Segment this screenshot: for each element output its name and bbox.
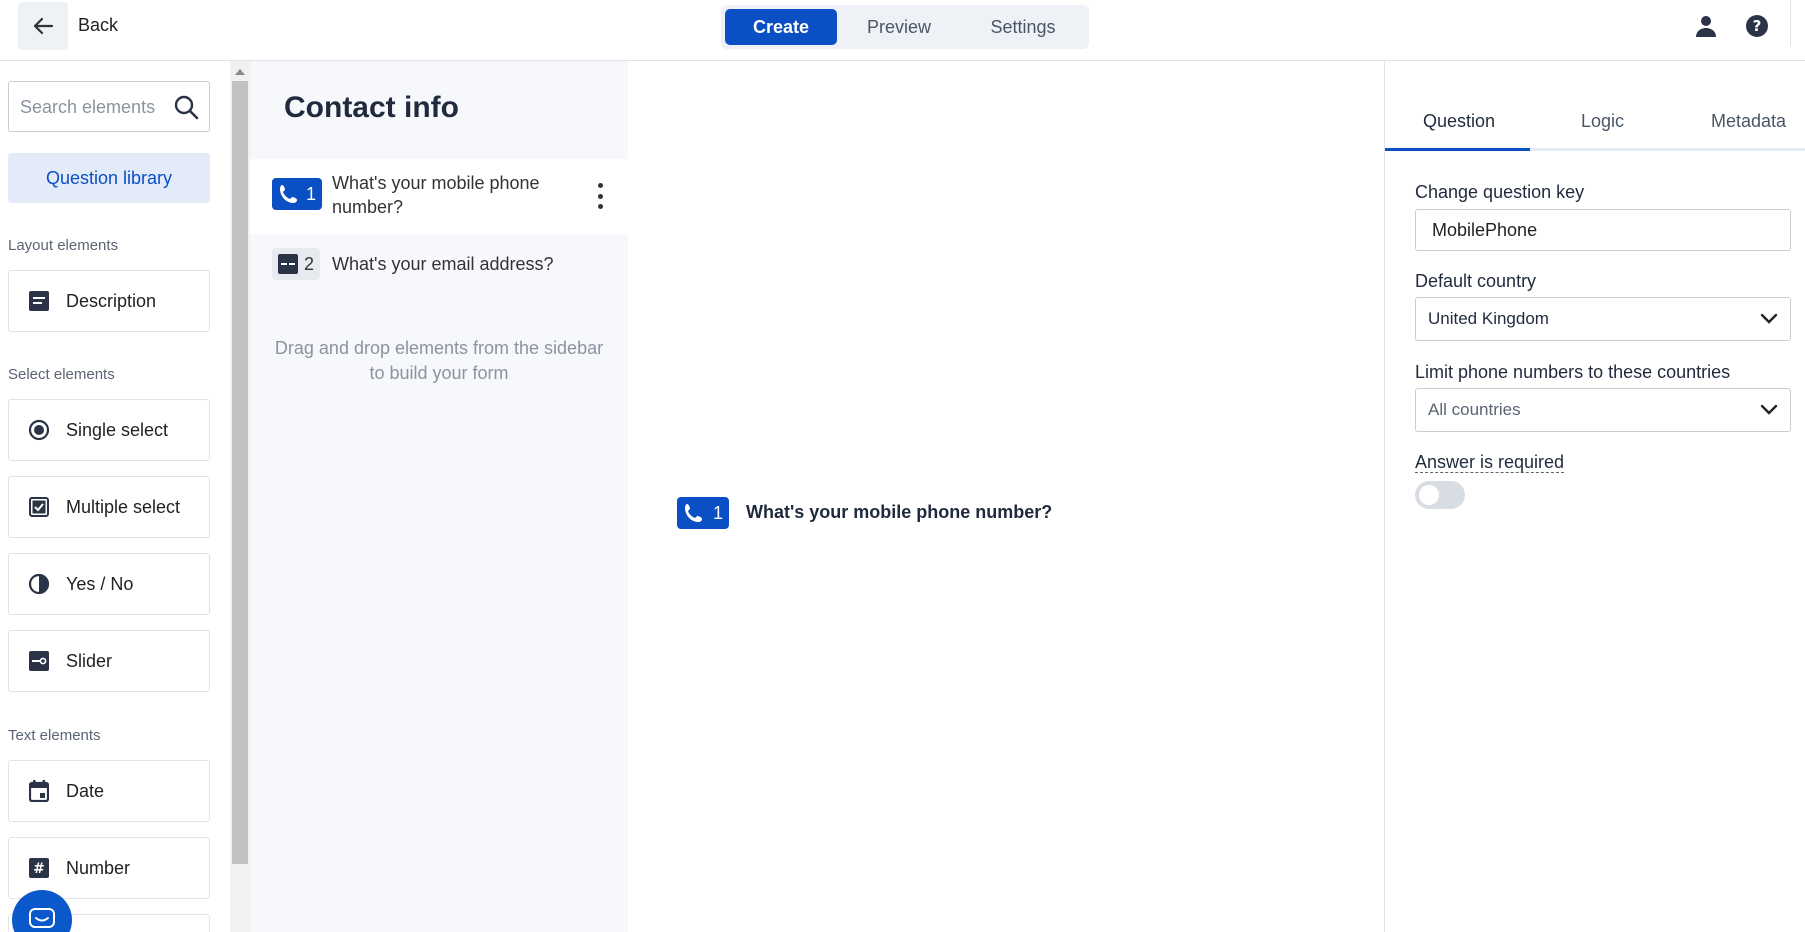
phone-icon	[280, 185, 297, 203]
drag-drop-hint: Drag and drop elements from the sidebar …	[274, 338, 604, 383]
question-badge: 1	[272, 178, 323, 210]
section-label-layout: Layout elements	[8, 237, 119, 254]
question-badge: 2	[272, 248, 321, 280]
answer-required-label: Answer is required	[1415, 452, 1565, 473]
slider-icon	[28, 650, 50, 672]
element-label: Slider	[66, 650, 113, 671]
tab-preview[interactable]: Preview	[837, 9, 961, 45]
limit-countries-select[interactable]: All countries	[1415, 388, 1791, 432]
tab-create[interactable]: Create	[725, 9, 837, 45]
properties-tabs: Question Logic Metadata	[1385, 61, 1805, 151]
chevron-down-icon	[1760, 313, 1778, 324]
top-bar: Back Create Preview Settings ?	[0, 0, 1805, 61]
help-icon[interactable]: ?	[1744, 13, 1770, 39]
element-description[interactable]: Description	[8, 270, 210, 332]
preview-canvas: 1 What's your mobile phone number?	[628, 61, 1384, 932]
calendar-icon	[28, 780, 50, 802]
element-label: Yes / No	[66, 573, 134, 594]
section-label-text: Text elements	[8, 727, 101, 744]
question-list-panel: Contact info 1 What's your mobile phone …	[250, 61, 628, 932]
search-icon[interactable]	[173, 94, 199, 125]
question-text: What's your mobile phone number?	[332, 173, 540, 217]
element-label: Multiple select	[66, 496, 181, 517]
active-tab-indicator	[1385, 148, 1530, 151]
question-key-label: Change question key	[1415, 182, 1585, 202]
back-arrow-icon	[33, 17, 54, 35]
element-label: Date	[66, 780, 105, 801]
short-text-icon	[278, 254, 298, 274]
sidebar-scrollbar[interactable]	[230, 61, 250, 932]
checkbox-icon	[28, 496, 50, 518]
limit-countries-label: Limit phone numbers to these countries	[1415, 362, 1731, 382]
element-yes-no[interactable]: Yes / No	[8, 553, 210, 615]
question-library-button[interactable]: Question library	[8, 153, 210, 203]
phone-icon	[685, 504, 702, 522]
element-label: Description	[66, 290, 157, 311]
element-label: Number	[66, 857, 131, 878]
question-key-input[interactable]	[1415, 209, 1791, 251]
more-options-icon[interactable]	[594, 183, 606, 209]
chat-icon	[29, 908, 55, 928]
preview-question-text[interactable]: What's your mobile phone number?	[746, 502, 1052, 523]
preview-question-badge: 1	[677, 497, 730, 529]
question-number: 2	[304, 253, 315, 274]
tab-settings[interactable]: Settings	[961, 9, 1085, 45]
element-slider[interactable]: Slider	[8, 630, 210, 692]
answer-required-toggle[interactable]	[1415, 481, 1465, 509]
back-button[interactable]	[18, 2, 68, 50]
elements-sidebar: Question library Layout elements Descrip…	[0, 61, 230, 932]
question-item-2[interactable]: 2 What's your email address?	[250, 234, 628, 294]
element-date[interactable]: Date	[8, 760, 210, 822]
tab-logic[interactable]: Logic	[1581, 111, 1624, 132]
svg-text:#: #	[33, 861, 45, 877]
element-multiple-select[interactable]: Multiple select	[8, 476, 210, 538]
header-divider	[1790, 0, 1791, 46]
properties-panel: Question Logic Metadata Change question …	[1384, 61, 1805, 932]
toggle-knob	[1419, 485, 1439, 505]
default-country-label: Default country	[1415, 271, 1537, 291]
element-label: Single select	[66, 419, 169, 440]
default-country-value: United Kingdom	[1428, 309, 1549, 328]
back-label[interactable]: Back	[78, 15, 118, 36]
preview-question-number: 1	[713, 502, 724, 523]
question-number: 1	[306, 183, 317, 204]
question-item-1[interactable]: 1 What's your mobile phone number?	[250, 159, 628, 234]
default-country-select[interactable]: United Kingdom	[1415, 297, 1791, 341]
chevron-down-icon	[1760, 404, 1778, 415]
radio-icon	[28, 419, 50, 441]
page-title: Contact info	[284, 91, 459, 124]
tab-metadata[interactable]: Metadata	[1711, 111, 1786, 132]
svg-text:?: ?	[1753, 17, 1762, 35]
tab-question[interactable]: Question	[1423, 111, 1495, 132]
user-icon[interactable]	[1693, 13, 1719, 39]
limit-countries-value: All countries	[1428, 400, 1521, 419]
section-label-select: Select elements	[8, 366, 115, 383]
search-box	[8, 81, 210, 132]
mode-tabs: Create Preview Settings	[721, 5, 1089, 49]
question-text: What's your email address?	[332, 254, 554, 274]
description-icon	[28, 290, 50, 312]
hash-icon: #	[28, 857, 50, 879]
half-circle-icon	[28, 573, 50, 595]
element-single-select[interactable]: Single select	[8, 399, 210, 461]
scroll-thumb[interactable]	[232, 81, 248, 864]
search-input[interactable]	[20, 94, 170, 120]
scroll-up-arrow[interactable]	[235, 69, 245, 75]
